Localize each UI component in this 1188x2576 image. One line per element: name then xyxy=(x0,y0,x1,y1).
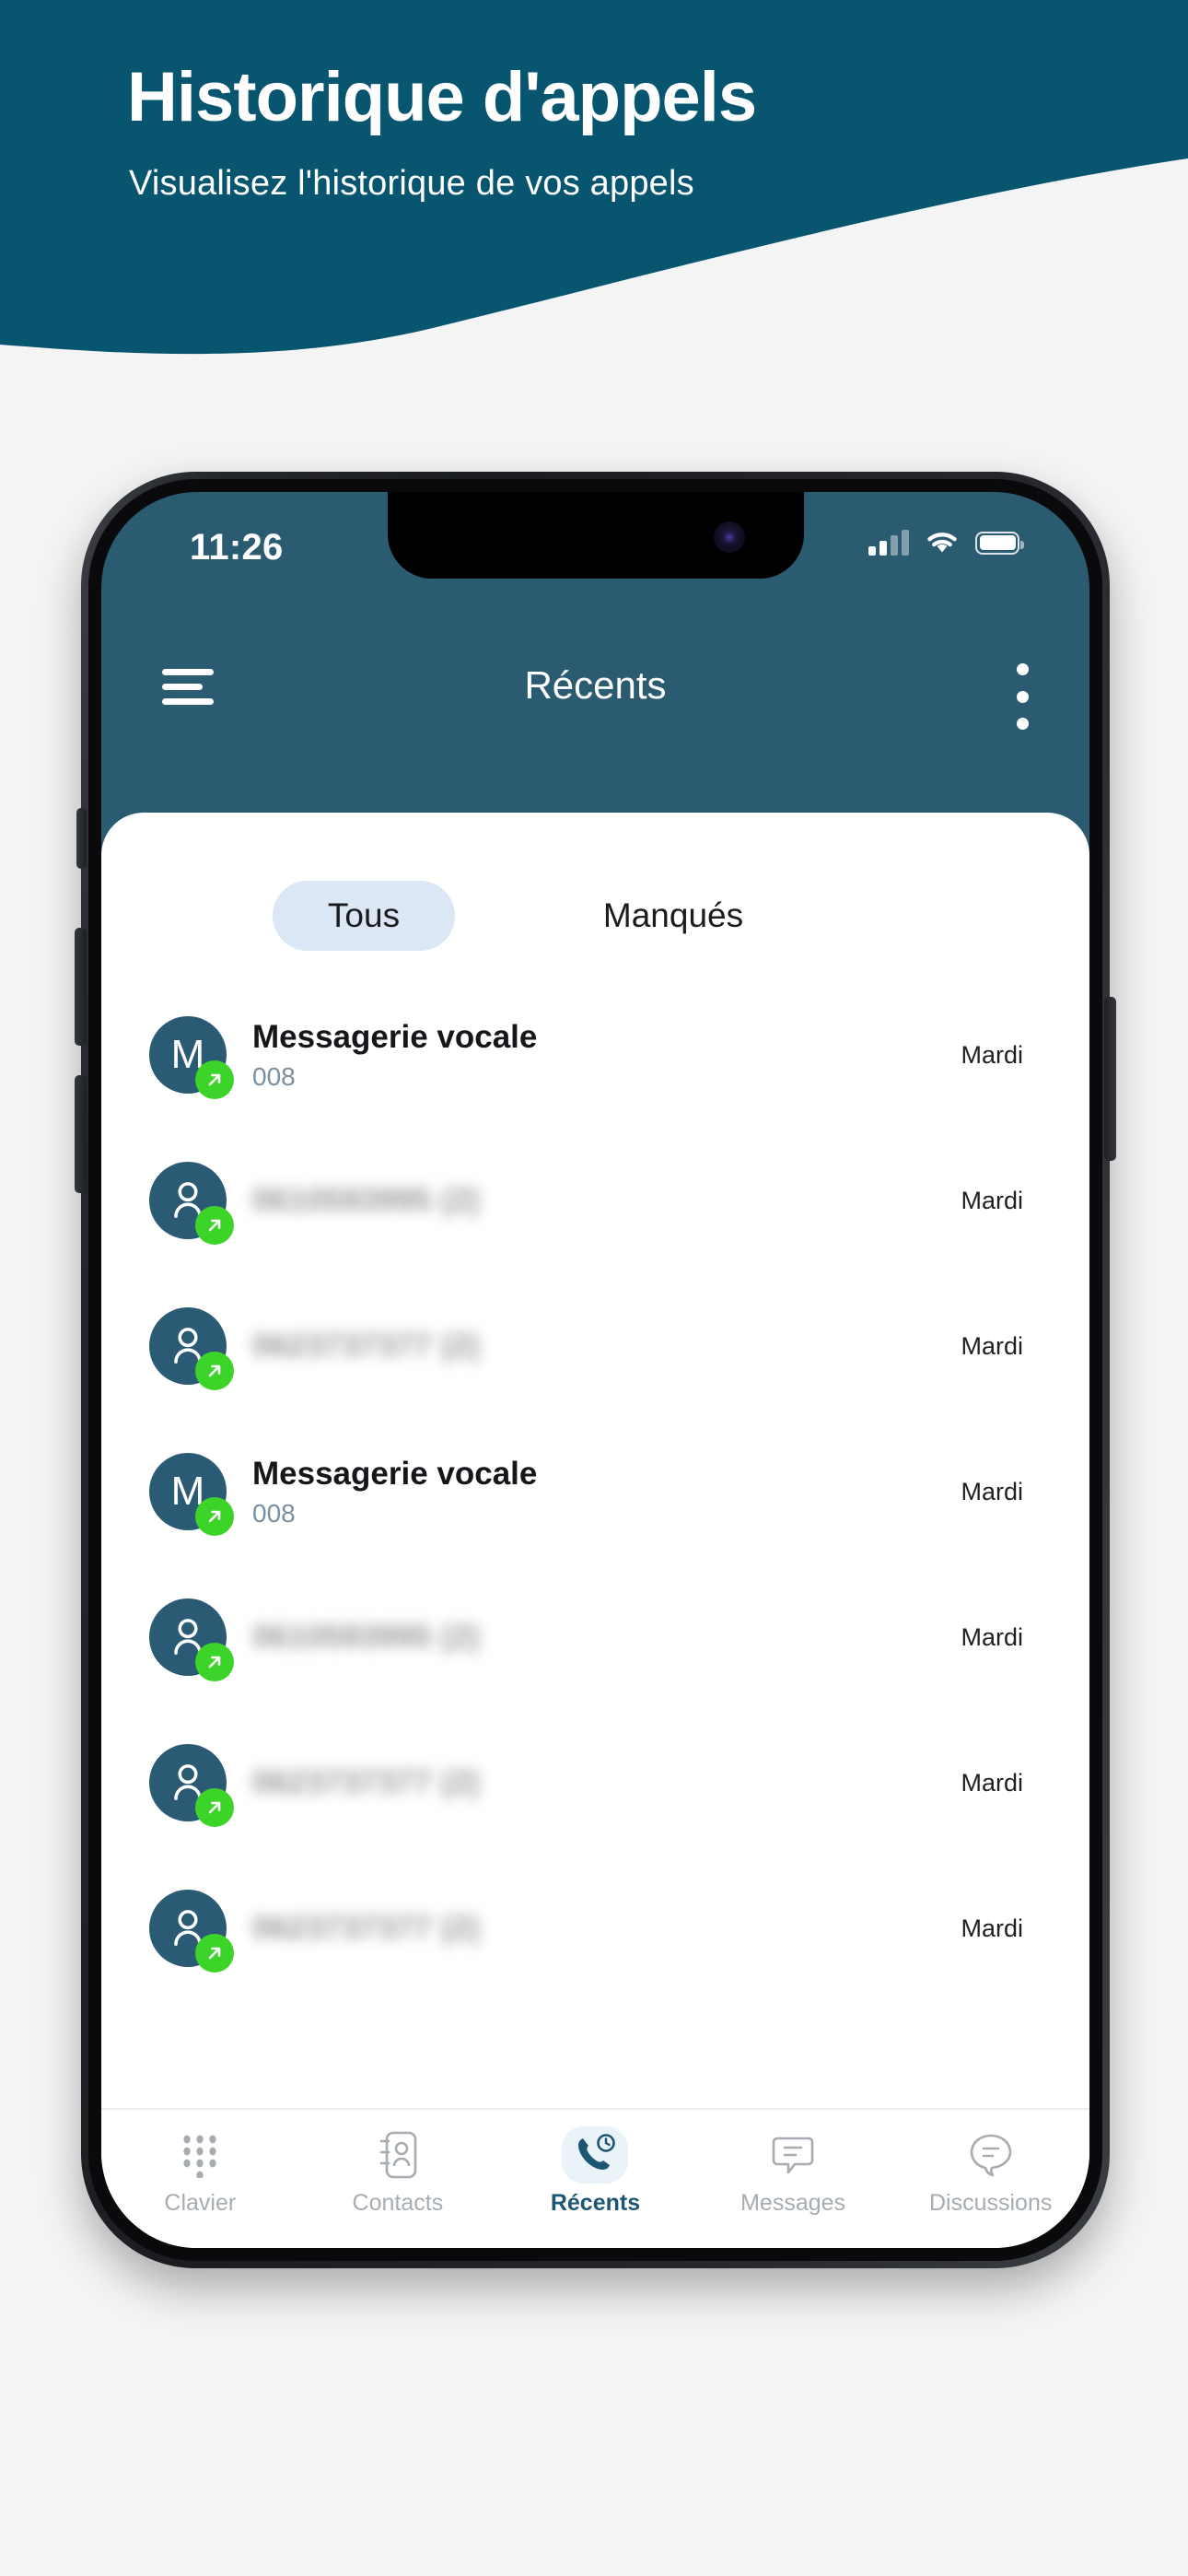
hero-banner: Historique d'appels Visualisez l'histori… xyxy=(0,0,1188,387)
outgoing-call-icon xyxy=(208,1656,221,1669)
call-item-title: 0610593995 (2) xyxy=(252,1619,481,1655)
tab-clavier[interactable]: Clavier xyxy=(101,2110,299,2217)
call-item-time: Mardi xyxy=(961,1040,1023,1069)
message-bubble-icon xyxy=(760,2126,826,2184)
call-item-title: Messagerie vocale xyxy=(252,1455,538,1492)
call-item-title: 0623737377 (2) xyxy=(252,1764,481,1800)
call-item-time: Mardi xyxy=(961,1914,1023,1942)
outgoing-call-icon xyxy=(195,1352,234,1390)
outgoing-call-icon xyxy=(195,1934,234,1973)
call-item-title: 0623737377 (2) xyxy=(252,1910,481,1946)
tab-label: Contacts xyxy=(352,2190,444,2216)
volume-up-button[interactable] xyxy=(75,928,87,1046)
avatar: M xyxy=(149,1016,234,1099)
chat-bubble-icon xyxy=(958,2126,1024,2184)
dialpad-icon xyxy=(167,2126,233,2184)
page-title: Récents xyxy=(524,663,667,707)
hero-subtitle: Visualisez l'historique de vos appels xyxy=(129,164,694,203)
tab-label: Messages xyxy=(740,2190,846,2216)
call-item-title: Messagerie vocale xyxy=(252,1018,538,1055)
call-list-item[interactable]: 0623737377 (2) Mardi xyxy=(101,1856,1089,2001)
phone-mockup: 11:26 Récents Tous Manqués M Messagerie … xyxy=(75,472,1116,2268)
outgoing-call-icon xyxy=(208,1073,221,1086)
call-list-item[interactable]: M Messagerie vocale 008 Mardi xyxy=(101,982,1089,1128)
call-list-item[interactable]: 0623737377 (2) Mardi xyxy=(101,1710,1089,1856)
power-button[interactable] xyxy=(1104,997,1116,1161)
tab-label: Discussions xyxy=(928,2190,1053,2216)
outgoing-call-icon xyxy=(208,1510,221,1523)
call-item-time: Mardi xyxy=(961,1768,1023,1797)
tab-contacts[interactable]: Contacts xyxy=(299,2110,497,2217)
call-item-text: 0623737377 (2) xyxy=(252,1909,944,1948)
front-camera-icon xyxy=(713,521,745,553)
outgoing-call-icon xyxy=(208,1801,221,1814)
call-item-title: 0610593995 (2) xyxy=(252,1182,481,1218)
outgoing-call-icon xyxy=(195,1643,234,1681)
content-card: Tous Manqués M Messagerie vocale 008 Mardi 0… xyxy=(101,813,1089,2248)
avatar xyxy=(149,1744,234,1827)
call-item-text: 0623737377 (2) xyxy=(252,1763,944,1802)
outgoing-call-icon xyxy=(208,1364,221,1377)
avatar xyxy=(149,1890,234,1973)
avatar: M xyxy=(149,1453,234,1536)
call-list-item[interactable]: 0610593995 (2) Mardi xyxy=(101,1128,1089,1273)
segmented-filter: Tous Manqués xyxy=(101,864,1089,967)
outgoing-call-icon xyxy=(208,1219,221,1232)
call-item-time: Mardi xyxy=(961,1186,1023,1214)
call-item-subtitle: 008 xyxy=(252,1061,296,1091)
call-item-text: 0623737377 (2) xyxy=(252,1327,944,1365)
call-item-text: Messagerie vocale 008 xyxy=(252,1455,944,1529)
call-item-time: Mardi xyxy=(961,1622,1023,1651)
avatar xyxy=(149,1307,234,1390)
hero-title: Historique d'appels xyxy=(127,58,757,136)
screenshot-root: Historique d'appels Visualisez l'histori… xyxy=(0,0,1188,2576)
tab-label: Récents xyxy=(550,2190,641,2216)
avatar xyxy=(149,1598,234,1681)
recent-calls-icon xyxy=(562,2126,629,2184)
wifi-icon xyxy=(927,533,957,553)
avatar xyxy=(149,1162,234,1245)
battery-full-icon xyxy=(975,531,1024,555)
tab-rcents[interactable]: Récents xyxy=(496,2110,694,2217)
segment-tab-missed[interactable]: Manqués xyxy=(577,881,770,951)
outgoing-call-icon xyxy=(195,1060,234,1099)
call-item-title: 0623737377 (2) xyxy=(252,1328,481,1364)
tab-messages[interactable]: Messages xyxy=(694,2110,892,2217)
call-item-text: 0610593995 (2) xyxy=(252,1618,944,1657)
call-item-text: Messagerie vocale 008 xyxy=(252,1018,944,1093)
outgoing-call-icon xyxy=(208,1947,221,1960)
bottom-tab-bar: Clavier Contacts Récents Messages Discussion… xyxy=(101,2108,1089,2248)
call-history-list[interactable]: M Messagerie vocale 008 Mardi 0610593995 (2)… xyxy=(101,982,1089,2134)
volume-down-button[interactable] xyxy=(75,1075,87,1193)
phone-notch xyxy=(387,492,804,579)
outgoing-call-icon xyxy=(195,1788,234,1827)
outgoing-call-icon xyxy=(195,1497,234,1536)
call-item-time: Mardi xyxy=(961,1477,1023,1505)
outgoing-call-icon xyxy=(195,1206,234,1245)
call-item-subtitle: 008 xyxy=(252,1498,296,1528)
silent-switch-button[interactable] xyxy=(76,808,87,869)
contacts-book-icon xyxy=(365,2126,431,2184)
tab-label: Clavier xyxy=(164,2190,237,2216)
segment-tab-all[interactable]: Tous xyxy=(273,881,455,951)
status-bar-indicators xyxy=(868,529,1024,556)
call-list-item[interactable]: 0623737377 (2) Mardi xyxy=(101,1273,1089,1419)
kebab-menu-icon[interactable] xyxy=(1016,663,1029,730)
phone-screen: 11:26 Récents Tous Manqués M Messagerie … xyxy=(101,492,1089,2248)
call-list-item[interactable]: M Messagerie vocale 008 Mardi xyxy=(101,1419,1089,1564)
status-bar-time: 11:26 xyxy=(190,527,284,568)
signal-bars-icon xyxy=(868,530,909,556)
call-list-item[interactable]: 0610593995 (2) Mardi xyxy=(101,1564,1089,1710)
app-bar: Récents xyxy=(101,584,1089,824)
call-item-time: Mardi xyxy=(961,1331,1023,1360)
call-item-text: 0610593995 (2) xyxy=(252,1181,944,1220)
tab-discussions[interactable]: Discussions xyxy=(891,2110,1089,2217)
